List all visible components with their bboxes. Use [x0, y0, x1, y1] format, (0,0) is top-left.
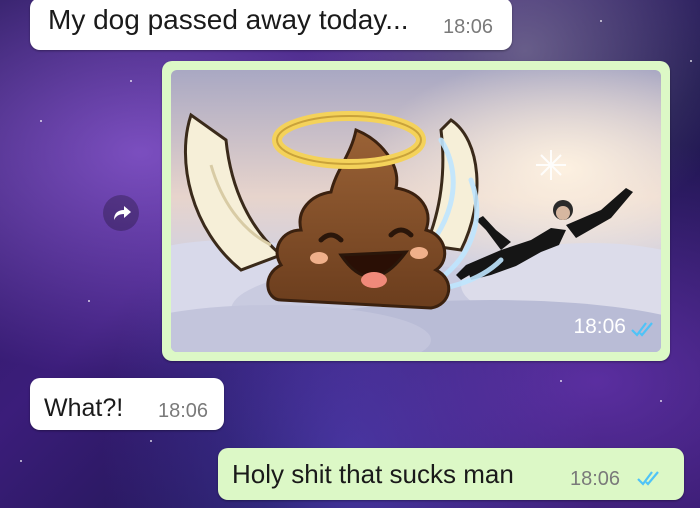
outgoing-image-message[interactable]: 18:06 [162, 61, 670, 361]
message-image[interactable] [171, 70, 661, 352]
outgoing-message[interactable]: Holy shit that sucks man 18:06 [218, 448, 684, 500]
double-check-icon [631, 322, 653, 337]
message-text: My dog passed away today... [48, 4, 409, 35]
forward-button[interactable] [103, 195, 139, 231]
message-time: 18:06 [570, 468, 621, 490]
double-check-icon [637, 471, 659, 486]
incoming-message[interactable]: What?! 18:06 [30, 378, 224, 430]
message-text: Holy shit that sucks man [232, 459, 514, 489]
forward-arrow-icon [114, 206, 131, 220]
message-text: What?! [44, 394, 124, 422]
message-time: 18:06 [158, 400, 209, 422]
incoming-message[interactable]: My dog passed away today... 18:06 [30, 0, 512, 50]
angel-poop-skydiver-image [171, 70, 661, 352]
message-time: 18:06 [443, 16, 494, 38]
message-time: 18:06 [573, 315, 626, 338]
